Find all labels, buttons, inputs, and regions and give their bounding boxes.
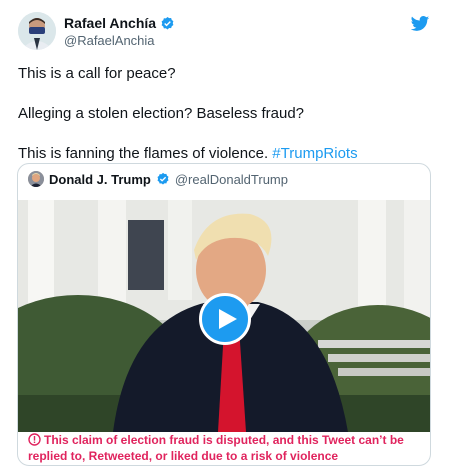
tweet-header: Rafael Anchía @RafaelAnchia <box>18 12 432 56</box>
author-names: Rafael Anchía @RafaelAnchia <box>64 15 175 48</box>
tweet-line-1: This is a call for peace? <box>18 65 176 82</box>
warning-circle-icon <box>28 433 41 446</box>
quoted-avatar[interactable] <box>28 171 44 187</box>
tweet-line-3: This is fanning the flames of violence. … <box>18 144 432 164</box>
tweet-line-3-text: This is fanning the flames of violence. <box>18 145 273 162</box>
quoted-handle[interactable]: @realDonaldTrump <box>175 172 288 187</box>
avatar[interactable] <box>18 12 56 50</box>
quoted-tweet[interactable]: Donald J. Trump @realDonaldTrump This cl… <box>17 163 431 466</box>
tweet-body: This is a call for peace? Alleging a sto… <box>18 64 432 164</box>
play-icon <box>219 309 237 329</box>
hashtag-link[interactable]: #TrumpRiots <box>272 145 357 162</box>
quoted-display-name[interactable]: Donald J. Trump <box>49 172 151 187</box>
warning-text: This claim of election fraud is disputed… <box>28 433 404 463</box>
play-button[interactable] <box>199 293 251 345</box>
verified-badge-icon <box>161 16 174 29</box>
twitter-bird-icon[interactable] <box>410 14 430 34</box>
tweet-card[interactable]: Rafael Anchía @RafaelAnchia This is a ca… <box>0 0 450 470</box>
election-warning-notice: This claim of election fraud is disputed… <box>28 432 424 464</box>
video-thumbnail[interactable] <box>18 200 430 432</box>
author-handle[interactable]: @RafaelAnchia <box>64 33 175 48</box>
author-display-name[interactable]: Rafael Anchía <box>64 15 156 31</box>
tweet-line-2: Alleging a stolen election? Baseless fra… <box>18 105 305 122</box>
quoted-tweet-header: Donald J. Trump @realDonaldTrump <box>28 171 288 187</box>
verified-badge-icon <box>157 172 169 185</box>
